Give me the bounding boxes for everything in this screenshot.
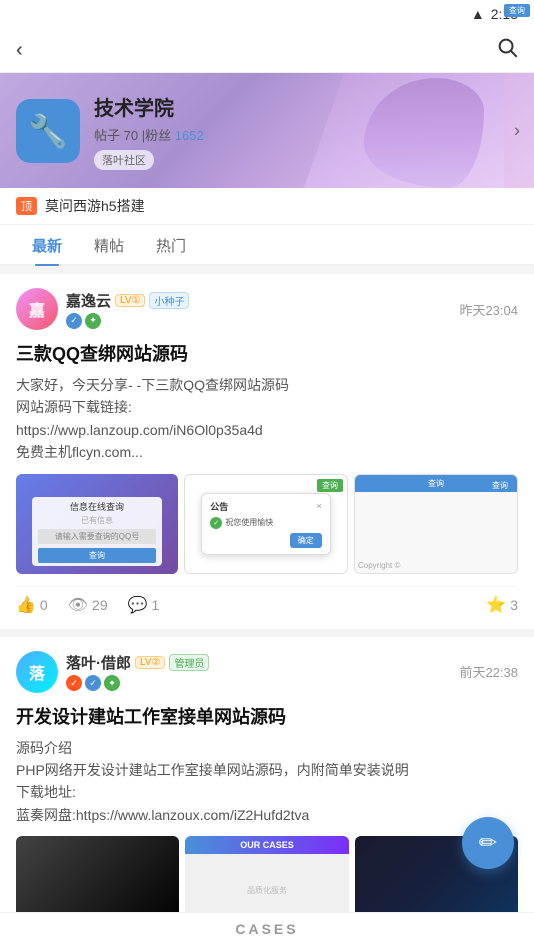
post-image-3: 查询 查询 Copyright © bbox=[354, 474, 518, 574]
author-name-2: 落叶·借郎 bbox=[66, 652, 131, 673]
author-type-badge-1: 小种子 bbox=[149, 292, 189, 309]
author-level-badge-2: LV② bbox=[135, 656, 165, 669]
tabs: 最新 精帖 热门 bbox=[0, 225, 534, 266]
post-time-1: 昨天23:04 bbox=[459, 300, 518, 319]
dialog-check: ✓ 祝您使用愉快 bbox=[210, 517, 322, 529]
post-header-1: 嘉 嘉逸云 LV① 小种子 ✓ ✦ 昨天23:04 bbox=[16, 288, 518, 330]
view-action: 👁 29 bbox=[68, 595, 108, 615]
post2-line-2: PHP网络开发设计建站工作室接单网站源码，内附简单安装说明 bbox=[16, 759, 518, 781]
status-bar: ▲ 2:13 bbox=[0, 0, 534, 28]
comment-action[interactable]: 💬 1 bbox=[128, 595, 160, 615]
top-nav: ‹ bbox=[0, 28, 534, 73]
post-content-1: 大家好，今天分享- -下三款QQ查绑网站源码 网站源码下载链接: https:/… bbox=[16, 374, 518, 464]
author-name-row-1: 嘉逸云 LV① 小种子 bbox=[66, 290, 189, 311]
verified-icon-2: ✓ bbox=[66, 675, 82, 691]
author-badges-2: ✓ ✓ ✦ bbox=[66, 675, 209, 691]
pinned-post[interactable]: 顶 莫问西游h5搭建 bbox=[0, 188, 534, 225]
post2-line-3: 下载地址: bbox=[16, 781, 518, 803]
post-content-2: 源码介绍 PHP网络开发设计建站工作室接单网站源码，内附简单安装说明 下载地址:… bbox=[16, 737, 518, 827]
active-icon-2: ✦ bbox=[104, 675, 120, 691]
post-author-1: 嘉 嘉逸云 LV① 小种子 ✓ ✦ bbox=[16, 288, 189, 330]
author-name-row-2: 落叶·借郎 LV② 管理员 bbox=[66, 652, 209, 673]
dialog-box: 公告 × ✓ 祝您使用愉快 确定 bbox=[201, 493, 331, 555]
community-banner: 🔧 技术学院 帖子 70 |粉丝 1652 落叶社区 › bbox=[0, 73, 534, 188]
fab-button[interactable]: ✏ bbox=[462, 817, 514, 869]
community-tag: 落叶社区 bbox=[94, 150, 154, 170]
author-level-badge-1: LV① bbox=[115, 294, 145, 307]
pin-badge: 顶 bbox=[16, 197, 37, 215]
post-card-2: 落 落叶·借郎 LV② 管理员 ✓ ✓ ✦ 前天22:38 开发设计建站工作室接… bbox=[0, 637, 534, 941]
img2-tag: 查询 bbox=[317, 479, 343, 492]
like-action[interactable]: 👍 0 bbox=[16, 595, 48, 615]
comment-icon: 💬 bbox=[128, 595, 148, 615]
dialog-confirm-btn[interactable]: 确定 bbox=[290, 533, 322, 548]
post-content-line-3: https://wwp.lanzoup.com/iN6Ol0p35a4d bbox=[16, 419, 518, 441]
post-author-2: 落 落叶·借郎 LV② 管理员 ✓ ✓ ✦ bbox=[16, 651, 209, 693]
post-card-1: 嘉 嘉逸云 LV① 小种子 ✓ ✦ 昨天23:04 三款QQ查绑网站源码 大家好… bbox=[0, 274, 534, 629]
tab-latest[interactable]: 最新 bbox=[16, 225, 78, 264]
banner-arrow[interactable]: › bbox=[514, 120, 520, 141]
star-count: 3 bbox=[510, 597, 518, 613]
pinned-text: 莫问西游h5搭建 bbox=[45, 196, 145, 216]
dialog-close: × bbox=[317, 501, 322, 511]
like-icon: 👍 bbox=[16, 595, 36, 615]
author-badges-1: ✓ ✦ bbox=[66, 313, 189, 329]
community-info: 技术学院 帖子 70 |粉丝 1652 落叶社区 bbox=[94, 92, 204, 170]
post-content-line-2: 网站源码下载链接: bbox=[16, 396, 518, 418]
img3-copyright: Copyright © bbox=[355, 558, 517, 573]
post-footer-1: 👍 0 👁 29 💬 1 ⭐ 3 bbox=[16, 586, 518, 615]
community-name: 技术学院 bbox=[94, 92, 204, 121]
post-title-2: 开发设计建站工作室接单网站源码 bbox=[16, 703, 518, 729]
fab-icon: ✏ bbox=[479, 830, 497, 856]
verified-icon-2b: ✓ bbox=[85, 675, 101, 691]
star-icon: ⭐ bbox=[486, 595, 506, 615]
img3-body bbox=[355, 494, 517, 556]
img3-tag: 查询 bbox=[487, 479, 513, 492]
avatar-image-1: 嘉 bbox=[16, 288, 58, 330]
active-icon-1: ✦ bbox=[85, 313, 101, 329]
post2-line-1: 源码介绍 bbox=[16, 737, 518, 759]
dialog-title: 公告 bbox=[210, 500, 228, 513]
avatar-image-2: 落 bbox=[16, 651, 58, 693]
tab-hot[interactable]: 热门 bbox=[140, 225, 202, 264]
thumb2-sub: 品质化服务 bbox=[247, 885, 287, 896]
community-avatar: 🔧 bbox=[16, 99, 80, 163]
wrench-icon: 🔧 bbox=[28, 112, 68, 150]
wifi-icon: ▲ bbox=[471, 6, 485, 22]
view-count: 29 bbox=[92, 597, 108, 613]
post2-line-4: 蓝奏网盘:https://www.lanzoux.com/iZ2Hufd2tva bbox=[16, 804, 518, 826]
author-name-1: 嘉逸云 bbox=[66, 290, 111, 311]
post-image-2: 查询 公告 × ✓ 祝您使用愉快 确定 bbox=[184, 474, 348, 574]
post-title-1: 三款QQ查绑网站源码 bbox=[16, 340, 518, 366]
star-action[interactable]: ⭐ 3 bbox=[486, 595, 518, 615]
post-content-line-1: 大家好，今天分享- -下三款QQ查绑网站源码 bbox=[16, 374, 518, 396]
comment-count: 1 bbox=[152, 597, 160, 613]
post-time-2: 前天22:38 bbox=[459, 662, 518, 681]
search-button[interactable] bbox=[496, 36, 518, 64]
post-header-2: 落 落叶·借郎 LV② 管理员 ✓ ✓ ✦ 前天22:38 bbox=[16, 651, 518, 693]
tab-featured[interactable]: 精帖 bbox=[78, 225, 140, 264]
view-icon: 👁 bbox=[68, 595, 88, 615]
like-count: 0 bbox=[40, 597, 48, 613]
thumb2-header: OUR CASES bbox=[185, 836, 348, 854]
back-button[interactable]: ‹ bbox=[16, 39, 23, 62]
post-image-1: 查询 信息在线查询 已有信息 请输入需要查询的QQ号 查询 bbox=[16, 474, 178, 574]
post-images-1: 查询 信息在线查询 已有信息 请输入需要查询的QQ号 查询 查询 公告 × ✓ … bbox=[16, 474, 518, 574]
community-stats: 帖子 70 |粉丝 1652 bbox=[94, 125, 204, 144]
post-content-line-4: 免费主机flcyn.com... bbox=[16, 441, 518, 463]
author-avatar-2: 落 bbox=[16, 651, 58, 693]
author-type-badge-2: 管理员 bbox=[169, 654, 209, 671]
bottom-nav-label: CASES bbox=[235, 921, 298, 937]
author-avatar-1: 嘉 bbox=[16, 288, 58, 330]
check-icon: ✓ bbox=[210, 517, 222, 529]
verified-icon-1: ✓ bbox=[66, 313, 82, 329]
bottom-nav: CASES bbox=[0, 912, 534, 949]
img1-content: 信息在线查询 已有信息 请输入需要查询的QQ号 查询 bbox=[32, 497, 162, 566]
